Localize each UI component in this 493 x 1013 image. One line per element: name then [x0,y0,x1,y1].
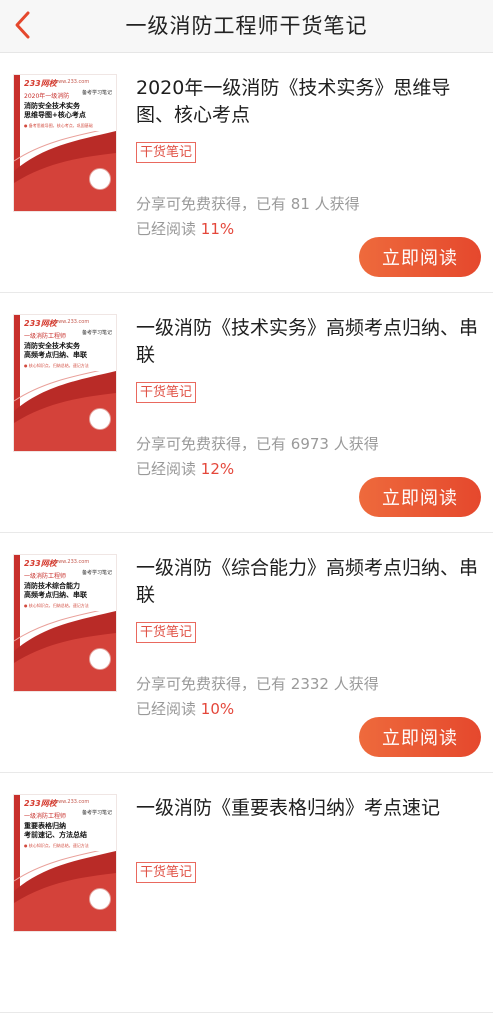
book-cover-image[interactable]: 233网校 www.233.com 备考学习笔记 一级消防工程师 重要表格归纳 … [14,795,116,931]
read-progress-percent: 10% [200,700,235,718]
page-title: 一级消防工程师干货笔记 [125,14,368,38]
list-item[interactable]: 233网校 www.233.com 备考学习笔记 一级消防工程师 消防安全技术实… [0,293,493,533]
cover-logo: 233网校 [24,799,57,808]
cover-logo: 233网校 [24,319,57,328]
cover-title-line: 高频考点归纳、串联 [24,351,87,359]
cover-url: www.233.com [54,319,90,325]
cover-year: 一级消防工程师 [24,573,67,580]
share-count-text: 分享可免费获得，已有 2332 人获得 [136,675,379,693]
cover-subtitle: ● 核心知识点，归纳总结，速记方法 [24,363,89,368]
cover-series: 备考学习笔记 [81,90,112,96]
item-title[interactable]: 2020年一级消防《技术实务》思维导图、核心考点 [136,75,481,129]
share-count-text: 分享可免费获得，已有 81 人获得 [136,195,360,213]
cover-series: 备考学习笔记 [81,330,112,336]
top-bar: 一级消防工程师干货笔记 [0,0,493,53]
list-item[interactable]: 233网校 www.233.com 备考学习笔记 一级消防工程师 重要表格归纳 … [0,773,493,1013]
cover-url: www.233.com [54,559,90,565]
list-item[interactable]: 233网校 www.233.com 备考学习笔记 2020年一级消防 消防安全技… [0,53,493,293]
cover-title-line: 消防安全技术实务 [24,102,80,110]
read-progress-label: 已经阅读 [136,220,201,238]
cover-year: 一级消防工程师 [24,333,67,340]
cover-url: www.233.com [54,79,90,85]
share-count-text: 分享可免费获得，已有 6973 人获得 [136,435,379,453]
cover-title-line: 消防安全技术实务 [24,342,80,350]
read-progress: 已经阅读 12% [136,458,234,479]
cover-subtitle: ● 备考思维导图，核心考点，巩固基础 [24,123,93,128]
read-now-button[interactable]: 立即阅读 [359,237,481,277]
read-progress-label: 已经阅读 [136,460,201,478]
read-progress-percent: 11% [200,220,235,238]
read-now-button[interactable]: 立即阅读 [359,477,481,517]
cover-badge-icon [89,648,111,670]
cover-title-line: 高频考点归纳、串联 [24,591,87,599]
item-title[interactable]: 一级消防《重要表格归纳》考点速记 [136,795,481,822]
item-title[interactable]: 一级消防《技术实务》高频考点归纳、串联 [136,315,481,369]
cover-badge-icon [89,168,111,190]
cover-series: 备考学习笔记 [81,570,112,576]
book-cover-image[interactable]: 233网校 www.233.com 备考学习笔记 2020年一级消防 消防安全技… [14,75,116,211]
cover-logo: 233网校 [24,559,57,568]
cover-title-line: 重要表格归纳 [24,822,66,830]
notes-list: 233网校 www.233.com 备考学习笔记 2020年一级消防 消防安全技… [0,53,493,1013]
cover-badge-icon [89,888,111,910]
cover-title: 重要表格归纳 考前速记、方法总结 [24,822,112,840]
cover-title-line: 消防技术综合能力 [24,582,80,590]
category-tag: 干货笔记 [136,622,197,643]
read-progress-percent: 12% [200,460,235,478]
book-cover-image[interactable]: 233网校 www.233.com 备考学习笔记 一级消防工程师 消防安全技术实… [14,315,116,451]
read-progress: 已经阅读 10% [136,698,234,719]
list-item[interactable]: 233网校 www.233.com 备考学习笔记 一级消防工程师 消防技术综合能… [0,533,493,773]
cover-title: 消防技术综合能力 高频考点归纳、串联 [24,582,112,600]
cover-year: 2020年一级消防 [24,93,70,100]
cover-series: 备考学习笔记 [81,810,112,816]
book-cover-image[interactable]: 233网校 www.233.com 备考学习笔记 一级消防工程师 消防技术综合能… [14,555,116,691]
cover-subtitle: ● 核心知识点，归纳总结，速记方法 [24,843,89,848]
category-tag: 干货笔记 [136,142,197,163]
cover-title: 消防安全技术实务 思维导图+核心考点 [24,102,112,120]
read-now-button[interactable]: 立即阅读 [359,717,481,757]
cover-subtitle: ● 核心知识点，归纳总结，速记方法 [24,603,89,608]
read-progress: 已经阅读 11% [136,218,234,239]
category-tag: 干货笔记 [136,382,197,403]
cover-badge-icon [89,408,111,430]
item-title[interactable]: 一级消防《综合能力》高频考点归纳、串联 [136,555,481,609]
cover-title-line: 考前速记、方法总结 [24,831,87,839]
cover-url: www.233.com [54,799,90,805]
cover-logo: 233网校 [24,79,57,88]
read-progress-label: 已经阅读 [136,700,201,718]
cover-title: 消防安全技术实务 高频考点归纳、串联 [24,342,112,360]
cover-year: 一级消防工程师 [24,813,67,820]
cover-title-line: 思维导图+核心考点 [24,111,86,119]
